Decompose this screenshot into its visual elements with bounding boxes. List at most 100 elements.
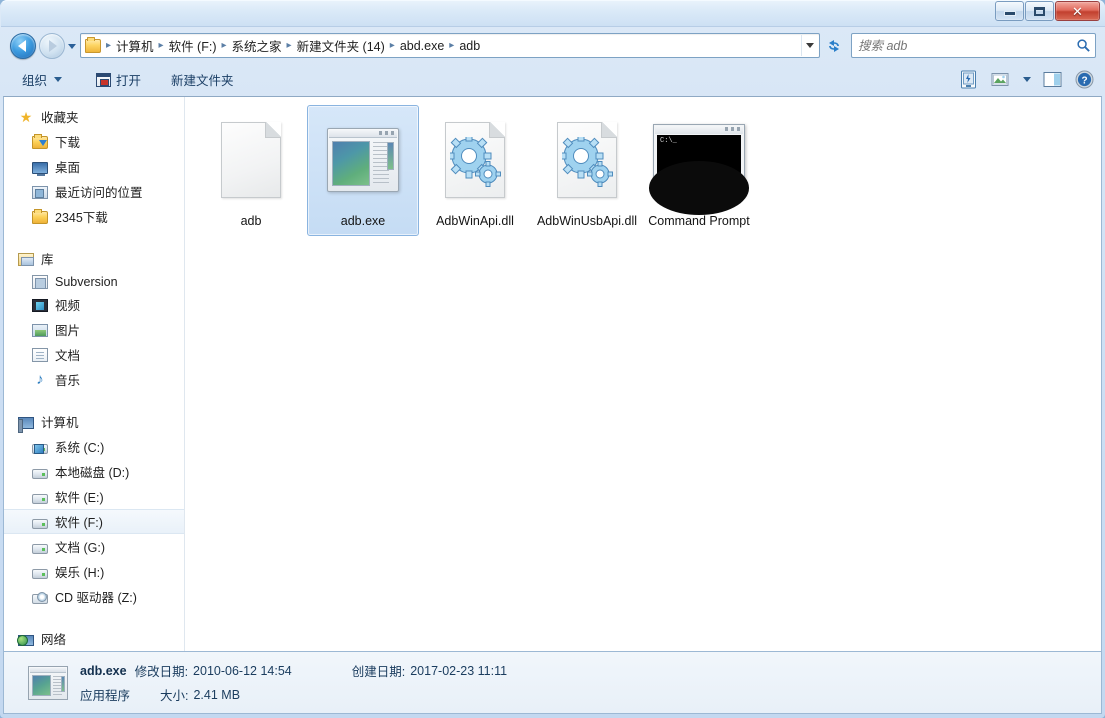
sidebar-label: Subversion [55, 275, 118, 289]
sidebar-item-drive-e[interactable]: 软件 (E:) [4, 484, 184, 509]
breadcrumb-item-5[interactable]: adb [456, 37, 483, 55]
sidebar-label: 计算机 [41, 412, 79, 431]
gear-icon [450, 137, 502, 189]
sidebar-item-downloads[interactable]: 下载 [4, 129, 184, 154]
file-list-pane[interactable]: adb adb.exe [185, 97, 1101, 651]
refresh-button[interactable] [823, 34, 845, 57]
burn-button[interactable] [955, 68, 981, 91]
details-thumbnail [28, 666, 68, 700]
icon-console-screen: C:\_ [657, 135, 741, 192]
breadcrumb-item-3[interactable]: 新建文件夹 (14) [294, 34, 388, 57]
sidebar-item-pictures[interactable]: 图片 [4, 317, 184, 342]
search-icon[interactable] [1076, 38, 1091, 53]
blank-document-icon [221, 122, 281, 198]
organize-button[interactable]: 组织 [14, 67, 70, 92]
sidebar-item-recent-places[interactable]: 最近访问的位置 [4, 179, 184, 204]
sidebar-label: 2345下载 [55, 207, 108, 226]
navigation-pane[interactable]: ★ 收藏夹 下载 桌面 最近访问的位置 2345下载 [4, 97, 185, 651]
recent-pages-chevron-down-icon[interactable] [68, 44, 76, 49]
file-item-adbwinapi-dll[interactable]: AdbWinApi.dll [419, 105, 531, 236]
sidebar-item-drive-z[interactable]: CD 驱动器 (Z:) [4, 584, 184, 609]
open-button[interactable]: 打开 [88, 67, 149, 92]
sidebar-item-computer[interactable]: 计算机 [4, 409, 184, 434]
close-button[interactable]: ✕ [1055, 1, 1100, 21]
file-item-command-prompt[interactable]: C:\_ Command Prompt [643, 105, 755, 236]
address-bar[interactable]: ▸ 计算机 ▸ 软件 (F:) ▸ 系统之家 ▸ 新建文件夹 (14) ▸ ab… [80, 33, 820, 58]
details-size-label: 大小: [160, 685, 188, 704]
new-folder-button[interactable]: 新建文件夹 [163, 67, 242, 92]
sidebar-item-documents[interactable]: 文档 [4, 342, 184, 367]
burn-device-icon [960, 70, 977, 89]
folder-icon [32, 211, 48, 224]
spacer [4, 232, 184, 246]
file-grid: adb adb.exe [195, 105, 1101, 242]
breadcrumb: ▸ 计算机 ▸ 软件 (F:) ▸ 系统之家 ▸ 新建文件夹 (14) ▸ ab… [85, 34, 801, 57]
title-bar: ✕ [0, 0, 1105, 27]
maximize-icon [1034, 7, 1045, 16]
sidebar-item-music[interactable]: ♪ 音乐 [4, 367, 184, 392]
maximize-button[interactable] [1025, 1, 1054, 21]
download-folder-icon [32, 136, 48, 149]
navigation-bar: ▸ 计算机 ▸ 软件 (F:) ▸ 系统之家 ▸ 新建文件夹 (14) ▸ ab… [0, 30, 1105, 64]
breadcrumb-separator: ▸ [388, 40, 397, 51]
view-dropdown-button[interactable] [1019, 68, 1033, 91]
file-item-adb-exe[interactable]: adb.exe [307, 105, 419, 236]
file-thumbnail [539, 112, 635, 208]
command-toolbar: 组织 打开 新建文件夹 [0, 64, 1105, 95]
preview-pane-icon [1043, 71, 1062, 88]
open-label: 打开 [116, 70, 141, 89]
console-prompt-text: C:\_ [660, 137, 677, 145]
minimize-button[interactable] [995, 1, 1024, 21]
folder-icon [85, 39, 101, 53]
sidebar-item-favorites[interactable]: ★ 收藏夹 [4, 104, 184, 129]
breadcrumb-item-0[interactable]: 计算机 [113, 34, 157, 57]
help-button[interactable]: ? [1071, 68, 1097, 91]
picture-icon [32, 324, 48, 337]
sidebar-item-drive-d[interactable]: 本地磁盘 (D:) [4, 459, 184, 484]
file-label: AdbWinUsbApi.dll [535, 214, 639, 229]
search-box[interactable] [851, 33, 1096, 58]
gear-group [450, 137, 502, 189]
change-view-button[interactable] [987, 68, 1013, 91]
icon-titlebar [30, 668, 66, 673]
sidebar-item-network[interactable]: 网络 [4, 626, 184, 651]
breadcrumb-item-1[interactable]: 软件 (F:) [166, 34, 220, 57]
sidebar-item-videos[interactable]: 视频 [4, 292, 184, 317]
view-picture-icon [991, 72, 1009, 87]
preview-pane-button[interactable] [1039, 68, 1065, 91]
search-input[interactable] [856, 38, 1076, 54]
drive-icon [32, 494, 48, 504]
sidebar-item-desktop[interactable]: 桌面 [4, 154, 184, 179]
breadcrumb-item-4[interactable]: abd.exe [397, 37, 447, 55]
details-pane: adb.exe 修改日期: 2010-06-12 14:54 创建日期: 201… [3, 652, 1102, 714]
sidebar-label: 网络 [41, 629, 66, 648]
chevron-down-icon [54, 77, 62, 82]
address-dropdown-button[interactable] [801, 35, 817, 56]
forward-button[interactable] [39, 33, 65, 59]
details-line-2: 应用程序 大小: 2.41 MB [80, 685, 507, 704]
gear-icon [562, 137, 614, 189]
sidebar-item-drive-h[interactable]: 娱乐 (H:) [4, 559, 184, 584]
chevron-down-icon [806, 43, 814, 48]
back-button[interactable] [10, 33, 36, 59]
sidebar-label: 文档 (G:) [55, 537, 105, 556]
sidebar-item-library[interactable]: 库 [4, 246, 184, 271]
subversion-icon [32, 275, 48, 289]
spacer [4, 612, 184, 626]
sidebar-item-drive-c[interactable]: 系统 (C:) [4, 434, 184, 459]
sidebar-group-network: 网络 [4, 626, 184, 651]
sidebar-item-drive-g[interactable]: 文档 (G:) [4, 534, 184, 559]
sidebar-item-drive-f[interactable]: 软件 (F:) [4, 509, 184, 534]
file-item-adbwinusbapi-dll[interactable]: AdbWinUsbApi.dll [531, 105, 643, 236]
breadcrumb-item-2[interactable]: 系统之家 [229, 34, 285, 57]
details-file-name: adb.exe [80, 664, 127, 678]
spacer [4, 395, 184, 409]
file-item-adb[interactable]: adb [195, 105, 307, 236]
sidebar-item-subversion[interactable]: Subversion [4, 271, 184, 292]
gear-group [562, 137, 614, 189]
sidebar-label: 软件 (E:) [55, 487, 104, 506]
details-size-value: 2.41 MB [193, 688, 240, 702]
sidebar-item-2345-download[interactable]: 2345下载 [4, 204, 184, 229]
file-thumbnail [427, 112, 523, 208]
sidebar-group-computer: 计算机 系统 (C:) 本地磁盘 (D:) 软件 (E:) 软件 (F:) [4, 409, 184, 609]
